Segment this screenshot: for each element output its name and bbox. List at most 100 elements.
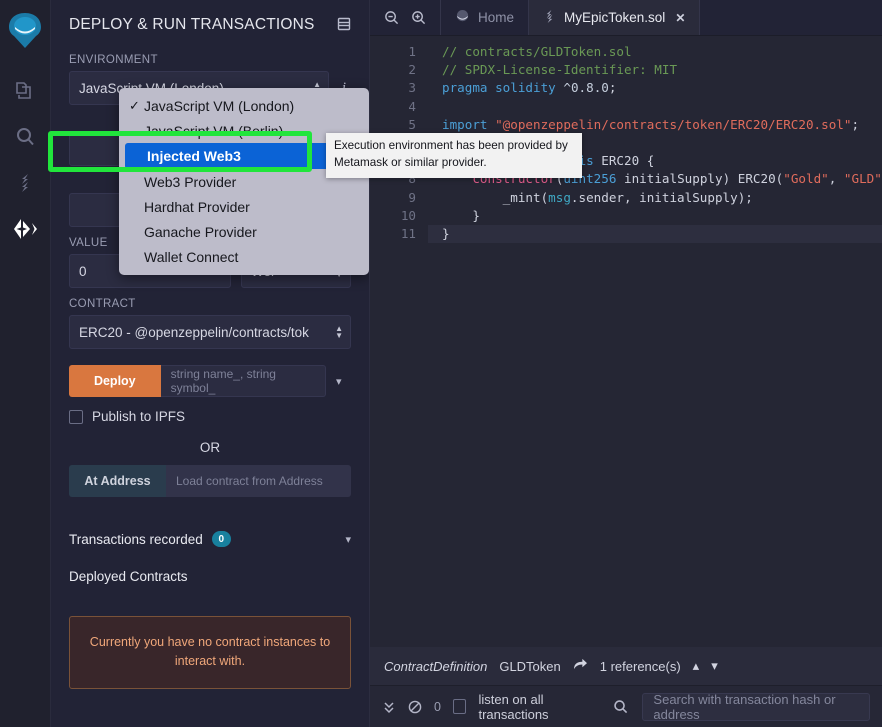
stepper-icon: ▲▼	[335, 325, 343, 339]
jump-to-icon[interactable]	[573, 658, 588, 674]
code-token: _mint(	[442, 190, 548, 205]
at-address-input[interactable]: Load contract from Address	[166, 465, 351, 497]
panel-header: DEPLOY & RUN TRANSACTIONS	[51, 0, 369, 44]
dropdown-item-label: JavaScript VM (London)	[144, 98, 294, 114]
code-token: // SPDX-License-Identifier: MIT	[442, 62, 677, 77]
editor-area: Home MyEpicToken.sol ✕ 1234567891011 // …	[370, 0, 882, 727]
environment-tooltip: Execution environment has been provided …	[326, 133, 582, 178]
solidity-file-icon	[543, 9, 556, 27]
line-number: 2	[370, 61, 428, 79]
reference-kind: ContractDefinition	[384, 659, 487, 674]
zoom-controls	[370, 0, 440, 35]
code-line: import "@openzeppelin/contracts/token/ER…	[442, 116, 882, 134]
code-token: import	[442, 117, 488, 132]
value-amount: 0	[79, 264, 87, 279]
dropdown-item-label: Wallet Connect	[144, 249, 238, 265]
solidity-compiler-icon[interactable]	[5, 160, 45, 206]
dropdown-item-ganache-provider[interactable]: Ganache Provider	[119, 219, 369, 244]
contract-selected-value: ERC20 - @openzeppelin/contracts/tok	[79, 325, 309, 340]
tab-home-label: Home	[478, 10, 514, 25]
reference-name: GLDToken	[499, 659, 560, 674]
dropdown-item-wallet-connect[interactable]: Wallet Connect	[119, 244, 369, 269]
code-line: pragma solidity ^0.8.0;	[442, 79, 882, 97]
line-number: 1	[370, 43, 428, 61]
code-token: }	[442, 208, 480, 223]
deploy-row: Deploy string name_, string symbol_ ▾	[51, 365, 369, 397]
code-line: // contracts/GLDToken.sol	[442, 43, 882, 61]
transactions-recorded-count-badge: 0	[212, 531, 231, 547]
dropdown-item-label: JavaScript VM (Berlin)	[144, 123, 283, 139]
code-token: "Gold"	[783, 171, 829, 186]
chevron-down-icon[interactable]: ▾	[345, 533, 351, 546]
notes-icon[interactable]	[337, 17, 351, 34]
code-line: // SPDX-License-Identifier: MIT	[442, 61, 882, 79]
code-line: }	[442, 225, 882, 243]
tab-myepictoken-label: MyEpicToken.sol	[564, 10, 665, 25]
zoom-in-icon[interactable]	[411, 10, 426, 25]
transaction-search-placeholder: Search with transaction hash or address	[653, 692, 859, 722]
environment-label: ENVIRONMENT	[51, 44, 369, 71]
check-icon: ✓	[129, 98, 144, 114]
chevron-down-icon[interactable]: ▾	[711, 658, 718, 674]
dropdown-item-hardhat-provider[interactable]: Hardhat Provider	[119, 194, 369, 219]
line-number: 10	[370, 207, 428, 225]
publish-ipfs-checkbox[interactable]	[69, 410, 83, 424]
line-number: 4	[370, 98, 428, 116]
at-address-button[interactable]: At Address	[69, 465, 166, 497]
no-entry-icon[interactable]	[408, 700, 422, 714]
deploy-run-ethereum-icon[interactable]	[5, 206, 45, 252]
double-chevron-down-icon[interactable]	[382, 700, 396, 714]
at-address-placeholder: Load contract from Address	[176, 474, 323, 488]
chevron-up-icon[interactable]: ▴	[693, 658, 700, 674]
no-contract-instances-warning: Currently you have no contract instances…	[69, 616, 351, 689]
line-number: 3	[370, 79, 428, 97]
chevron-down-icon[interactable]: ▾	[326, 365, 351, 397]
transaction-search-input[interactable]: Search with transaction hash or address	[642, 693, 870, 721]
code-token	[488, 117, 496, 132]
search-icon[interactable]	[5, 114, 45, 160]
contract-select[interactable]: ERC20 - @openzeppelin/contracts/tok ▲▼	[69, 315, 351, 349]
page-title: DEPLOY & RUN TRANSACTIONS	[69, 16, 315, 34]
code-line: }	[442, 207, 882, 225]
code-token: "GLD"	[844, 171, 882, 186]
remix-ide-window: DEPLOY & RUN TRANSACTIONS ENVIRONMENT Ja…	[0, 0, 882, 727]
remix-logo-icon[interactable]	[4, 8, 46, 54]
environment-dropdown-menu: ✓ JavaScript VM (London) JavaScript VM (…	[119, 88, 369, 275]
line-number: 9	[370, 189, 428, 207]
code-token: "@openzeppelin/contracts/token/ERC20/ERC…	[495, 117, 851, 132]
code-token: ,	[829, 171, 844, 186]
code-token: initialSupply) ERC20(	[616, 171, 783, 186]
code-token	[488, 80, 496, 95]
listen-all-transactions-checkbox[interactable]	[453, 699, 467, 714]
remix-home-icon	[455, 9, 470, 27]
code-line	[442, 98, 882, 116]
code-token: ERC20 {	[594, 153, 655, 168]
code-token: .sender, initialSupply);	[571, 190, 753, 205]
dropdown-item-javascript-vm-london[interactable]: ✓ JavaScript VM (London)	[119, 93, 369, 118]
editor-tabbar: Home MyEpicToken.sol ✕	[370, 0, 882, 36]
line-number-gutter: 1234567891011	[370, 36, 428, 647]
transactions-recorded-left: Transactions recorded 0	[69, 531, 231, 547]
transactions-recorded-label: Transactions recorded	[69, 532, 203, 547]
at-address-row: At Address Load contract from Address	[51, 465, 369, 497]
deploy-button[interactable]: Deploy	[69, 365, 161, 397]
close-icon[interactable]: ✕	[675, 11, 685, 25]
publish-ipfs-row: Publish to IPFS	[51, 397, 369, 424]
line-number: 5	[370, 116, 428, 134]
icon-rail	[0, 0, 51, 727]
deploy-args-input[interactable]: string name_, string symbol_	[161, 365, 327, 397]
reference-bar: ContractDefinition GLDToken 1 reference(…	[370, 647, 738, 685]
terminal-statusbar: 0 listen on all transactions Search with…	[370, 685, 882, 727]
search-icon[interactable]	[613, 699, 628, 714]
zoom-out-icon[interactable]	[384, 10, 399, 25]
or-separator: OR	[51, 424, 369, 465]
publish-ipfs-label: Publish to IPFS	[92, 409, 185, 424]
code-editor[interactable]: 1234567891011 // contracts/GLDToken.sol/…	[370, 36, 882, 647]
tab-home[interactable]: Home	[440, 0, 528, 35]
transactions-recorded-row[interactable]: Transactions recorded 0 ▾	[51, 531, 369, 547]
tab-myepictoken-sol[interactable]: MyEpicToken.sol ✕	[528, 0, 700, 35]
dropdown-item-label: Web3 Provider	[144, 174, 236, 190]
files-icon[interactable]	[5, 68, 45, 114]
code-token: solidity	[495, 80, 556, 95]
listen-all-transactions-label: listen on all transactions	[478, 692, 601, 722]
